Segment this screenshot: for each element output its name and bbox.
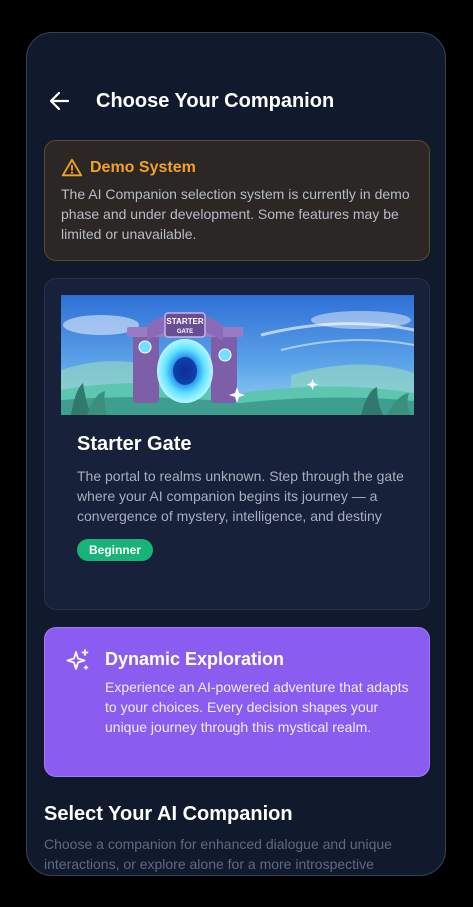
demo-notice-title: Demo System [90,159,196,176]
dynamic-exploration-card[interactable]: Dynamic Exploration Experience an AI-pow… [44,627,430,777]
demo-notice-text: The AI Companion selection system is cur… [61,186,410,242]
difficulty-badge: Beginner [77,539,154,561]
exploration-description: Experience an AI-powered adventure that … [105,679,409,735]
realm-image: STARTER GATE [61,295,414,415]
sparkles-icon [66,649,89,670]
realm-title: Starter Gate [77,433,192,455]
arrow-left-icon [49,91,70,111]
exploration-title: Dynamic Exploration [105,649,285,669]
gate-sign-line1: STARTER [166,317,203,326]
demo-notice: Demo System The AI Companion selection s… [44,140,430,261]
section-description: Choose a companion for enhanced dialogue… [44,836,392,872]
back-button[interactable] [47,87,73,115]
realm-description: The portal to realms unknown. Step throu… [77,468,404,524]
page-title: Choose Your Companion [96,90,335,112]
section-title: Select Your AI Companion [44,803,293,825]
app-screen: Choose Your Companion Demo System The AI… [26,32,446,876]
gate-sign-line2: GATE [177,329,193,335]
realm-card[interactable]: STARTER GATE Starter Gate The portal to … [44,278,430,610]
warning-triangle-icon [61,158,83,177]
header: Choose Your Companion [27,87,445,115]
